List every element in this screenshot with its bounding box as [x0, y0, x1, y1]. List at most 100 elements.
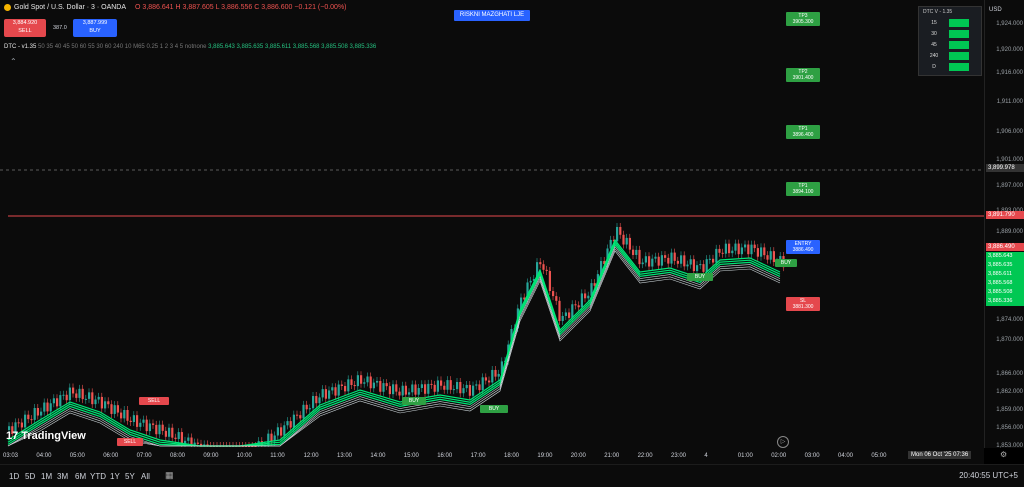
candle-body [123, 409, 126, 419]
candle-body [331, 387, 334, 391]
candle-body [286, 421, 289, 426]
candle-body [468, 384, 471, 396]
price-tick: 1,916.000 [996, 70, 1023, 76]
buy-signal: BUY [402, 397, 426, 405]
goto-realtime-icon[interactable]: ▷ [777, 436, 789, 448]
timeframe-button[interactable]: 3M [57, 472, 68, 481]
candle-body [705, 259, 708, 272]
tp2-tag: TP2 3901.400 [786, 68, 820, 82]
dtc-table-row: 30 [919, 28, 981, 39]
indicator-legend[interactable]: DTC - v1.35 50 35 40 45 50 60 55 30 60 2… [4, 44, 376, 50]
candle-body [561, 315, 564, 322]
dtc-status-cell [949, 51, 969, 60]
sl-tag: SL 3881.300 [786, 297, 820, 311]
candle-body [379, 380, 382, 392]
dtc-table-row: 45 [919, 39, 981, 50]
candle-body [401, 385, 404, 396]
candle-body [302, 404, 305, 419]
price-chart[interactable] [0, 0, 984, 448]
symbol-header[interactable]: Gold Spot / U.S. Dollar · 3 · OANDA O 3,… [4, 4, 347, 11]
time-cursor-label: Mon 06 Oct '25 07:36 [908, 451, 972, 459]
candle-body [686, 264, 689, 267]
time-tick: 03:03 [3, 453, 19, 459]
dtc-tf: 240 [929, 52, 939, 59]
candle-body [168, 427, 171, 437]
dtc-table-title: DTC V - 1.35 [923, 9, 953, 15]
time-tick: 08:00 [170, 453, 186, 459]
time-tick: 05:00 [871, 453, 887, 459]
timeframe-button[interactable]: 1M [41, 472, 52, 481]
sell-signal-2: SELL [117, 438, 143, 446]
candle-body [52, 398, 55, 404]
candle-body [312, 396, 315, 409]
collapse-chevron-icon[interactable]: ⌃ [10, 57, 17, 66]
candle-body [446, 380, 449, 390]
timeframe-button[interactable]: 5Y [125, 472, 135, 481]
time-tick: 11:00 [270, 453, 285, 459]
candle-body [462, 388, 465, 394]
candle-body [369, 376, 372, 389]
candle-body [84, 398, 87, 400]
candle-body [680, 255, 683, 264]
candle-body [628, 237, 631, 250]
price-tick: 1,920.000 [996, 47, 1023, 53]
time-tick: 12:00 [303, 453, 319, 459]
axis-settings-icon[interactable]: ⚙ [1000, 450, 1007, 459]
ema-price-label: 3,885.568 [988, 280, 1013, 286]
candle-body [334, 387, 337, 396]
candle-body [347, 379, 350, 392]
timeframe-button[interactable]: 6M [75, 472, 86, 481]
candle-body [171, 427, 174, 438]
price-axis[interactable]: USD 1,924.000 1,920.000 1,916.000 1,911.000… [984, 0, 1024, 449]
time-axis[interactable]: 03:03 04:00 05:00 06:00 07:00 08:00 09:00 10:00… [0, 448, 984, 464]
chart-canvas[interactable]: Gold Spot / U.S. Dollar · 3 · OANDA O 3,… [0, 0, 984, 448]
candle-body [337, 384, 340, 396]
price-tick: 1,862.000 [996, 389, 1023, 395]
candle-body [43, 402, 46, 412]
candle-body [145, 419, 148, 432]
time-tick: 23:00 [671, 453, 687, 459]
timeframe-button[interactable]: YTD [90, 472, 106, 481]
candle-body [584, 293, 587, 299]
timeframe-button[interactable]: All [141, 472, 150, 481]
candle-body [436, 380, 439, 392]
price-tick: 1,870.000 [996, 337, 1023, 343]
spread-value: 387.0 [53, 25, 67, 31]
time-tick: 18:00 [504, 453, 520, 459]
candle-body [305, 404, 308, 410]
buy-signal-2: BUY [480, 405, 508, 413]
candle-body [280, 427, 283, 436]
candle-body [296, 414, 299, 416]
sell-quick-button[interactable]: 3,884.920 SELL [4, 19, 46, 37]
price-tick: 1,906.000 [996, 129, 1023, 135]
timeframe-button[interactable]: 1Y [110, 472, 120, 481]
candle-body [449, 380, 452, 390]
candle-body [324, 389, 327, 399]
banner-label: RISKNI MAZGHATI LJE [454, 10, 530, 21]
candle-body [427, 383, 430, 394]
entry-tag: ENTRY 3886.490 [786, 240, 820, 254]
dtc-table: DTC V - 1.35 15 30 45 240 D [918, 6, 982, 76]
candle-body [382, 383, 385, 392]
date-range-icon[interactable]: ▦ [165, 470, 174, 481]
candle-body [404, 385, 407, 395]
price-tick: 1,856.000 [996, 425, 1023, 431]
time-tick: 04:00 [838, 453, 854, 459]
currency-label: USD [989, 7, 1002, 13]
candle-body [616, 226, 619, 242]
buy-quick-button[interactable]: 3,887.999 BUY [73, 19, 117, 37]
bottom-toolbar: 1D 5D 1M 3M 6M YTD 1Y 5Y All ▦ 20:40:55 UTC+5 [0, 464, 1024, 487]
sell-price: 3,884.920 [12, 20, 38, 26]
candle-body [488, 380, 491, 383]
candle-body [100, 396, 103, 409]
candle-body [769, 251, 772, 260]
timeframe-button[interactable]: 1D [9, 472, 19, 481]
candle-body [328, 390, 331, 399]
indicator-params: 50 35 40 45 50 60 55 30 60 240 10 M65 0.… [38, 44, 207, 50]
timeframe-button[interactable]: 5D [25, 472, 35, 481]
candle-body [766, 255, 769, 260]
candle-body [689, 259, 692, 265]
tradingview-logo[interactable]: 17 TradingView [6, 430, 86, 442]
utc-clock[interactable]: 20:40:55 UTC+5 [959, 471, 1018, 480]
price-tick: 1,897.000 [996, 183, 1023, 189]
